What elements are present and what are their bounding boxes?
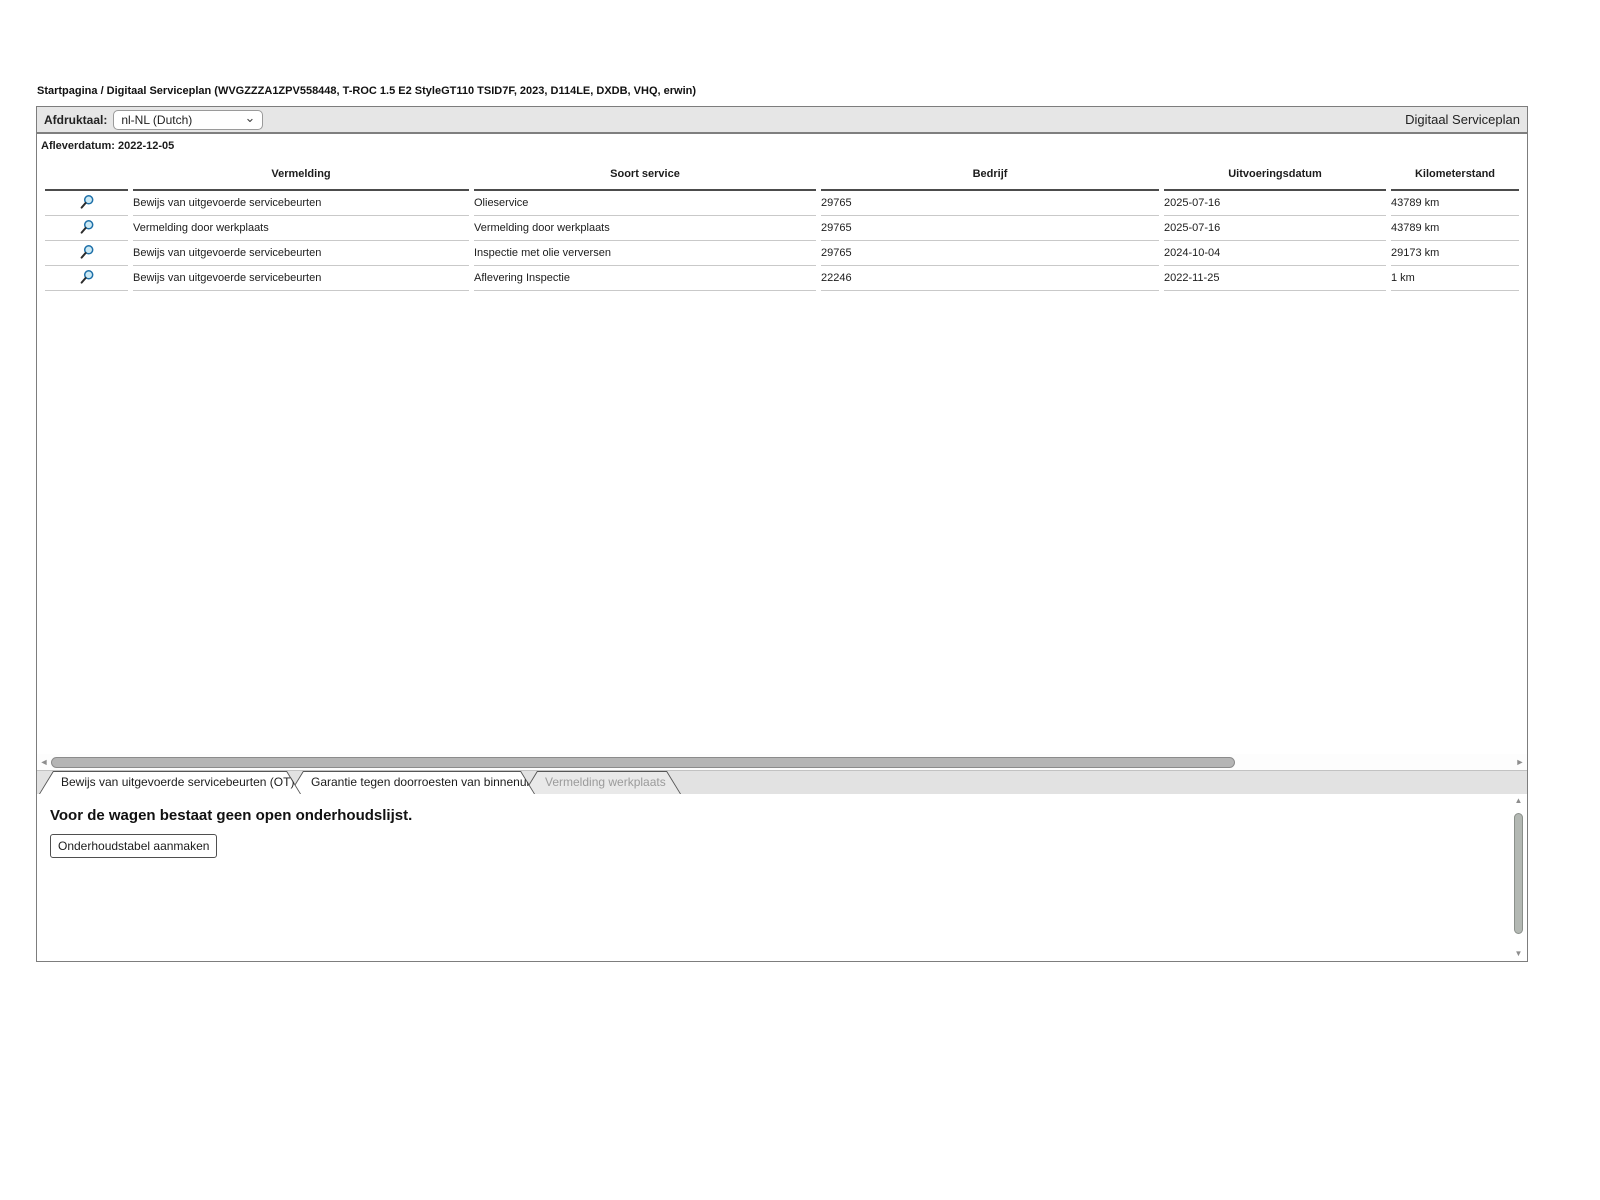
table-row: Bewijs van uitgevoerde servicebeurten In… [45,241,1519,266]
column-header-kilometerstand: Kilometerstand [1391,156,1519,191]
tab-garantie-doorroesten[interactable]: Garantie tegen doorroesten van binnenuit [289,771,535,794]
magnifier-icon[interactable] [79,269,95,285]
cell-bedrijf: 22246 [821,266,1159,291]
cell-vermelding: Bewijs van uitgevoerde servicebeurten [133,241,469,266]
cell-kilometerstand: 29173 km [1391,241,1519,266]
scroll-right-icon[interactable]: ► [1515,754,1525,770]
cell-uitvoeringsdatum: 2025-07-16 [1164,216,1386,241]
column-header-bedrijf: Bedrijf [821,156,1159,191]
cell-bedrijf: 29765 [821,216,1159,241]
table-row: Vermelding door werkplaats Vermelding do… [45,216,1519,241]
cell-vermelding: Bewijs van uitgevoerde servicebeurten [133,191,469,216]
tab-vermelding-werkplaats[interactable]: Vermelding werkplaats [523,771,681,794]
cell-uitvoeringsdatum: 2022-11-25 [1164,266,1386,291]
cell-vermelding: Vermelding door werkplaats [133,216,469,241]
delivery-date: Afleverdatum: 2022-12-05 [41,140,175,152]
horizontal-scrollbar[interactable]: ◄ ► [37,754,1527,770]
magnifier-icon[interactable] [79,194,95,210]
digitaal-serviceplan-page: Startpagina / Digitaal Serviceplan (WVGZ… [0,0,1600,1200]
vertical-scrollbar[interactable]: ▲ ▼ [1511,796,1526,958]
table-row: Bewijs van uitgevoerde servicebeurten Af… [45,266,1519,291]
chevron-down-icon: ⌄ [244,109,256,125]
magnifier-icon[interactable] [79,244,95,260]
print-language-label: Afdruktaal: [44,112,108,127]
scroll-down-icon[interactable]: ▼ [1511,949,1526,958]
scroll-left-icon[interactable]: ◄ [39,754,49,770]
print-language-bar: Afdruktaal: nl-NL (Dutch) ⌄ Digitaal Ser… [37,107,1527,134]
tab-strip: Bewijs van uitgevoerde servicebeurten (O… [37,770,1527,794]
cell-kilometerstand: 43789 km [1391,191,1519,216]
cell-vermelding: Bewijs van uitgevoerde servicebeurten [133,266,469,291]
cell-uitvoeringsdatum: 2025-07-16 [1164,191,1386,216]
create-maintenance-table-button[interactable]: Onderhoudstabel aanmaken [50,834,218,858]
horizontal-scrollbar-track[interactable] [51,756,1513,768]
cell-kilometerstand: 1 km [1391,266,1519,291]
table-row: Bewijs van uitgevoerde servicebeurten Ol… [45,191,1519,216]
cell-soort-service: Aflevering Inspectie [474,266,816,291]
column-header-soort-service: Soort service [474,156,816,191]
cell-soort-service: Inspectie met olie verversen [474,241,816,266]
cell-kilometerstand: 43789 km [1391,216,1519,241]
print-language-select[interactable]: nl-NL (Dutch) ⌄ [113,109,264,130]
vertical-scrollbar-thumb[interactable] [1514,813,1523,934]
column-header-uitvoeringsdatum: Uitvoeringsdatum [1164,156,1386,191]
magnifier-icon[interactable] [79,219,95,235]
cell-bedrijf: 29765 [821,241,1159,266]
cell-soort-service: Vermelding door werkplaats [474,216,816,241]
column-header-icon [45,156,128,191]
cell-uitvoeringsdatum: 2024-10-04 [1164,241,1386,266]
service-history-table: Vermelding Soort service Bedrijf Uitvoer… [40,156,1524,291]
table-header-row: Vermelding Soort service Bedrijf Uitvoer… [45,156,1519,191]
cell-soort-service: Olieservice [474,191,816,216]
serviceplan-panel: Afdruktaal: nl-NL (Dutch) ⌄ Digitaal Ser… [36,106,1528,962]
no-open-maintenance-message: Voor de wagen bestaat geen open onderhou… [50,807,413,824]
breadcrumb[interactable]: Startpagina / Digitaal Serviceplan (WVGZ… [37,85,696,97]
tab-bewijs-servicebeurten[interactable]: Bewijs van uitgevoerde servicebeurten (O… [39,771,301,794]
empty-area [37,291,1527,754]
print-language-selected-value: nl-NL (Dutch) [121,112,193,127]
column-header-vermelding: Vermelding [133,156,469,191]
page-title: Digitaal Serviceplan [1405,112,1520,127]
scroll-up-icon[interactable]: ▲ [1511,796,1526,805]
maintenance-panel: Voor de wagen bestaat geen open onderhou… [37,794,1527,961]
cell-bedrijf: 29765 [821,191,1159,216]
horizontal-scrollbar-thumb[interactable] [51,756,1236,768]
